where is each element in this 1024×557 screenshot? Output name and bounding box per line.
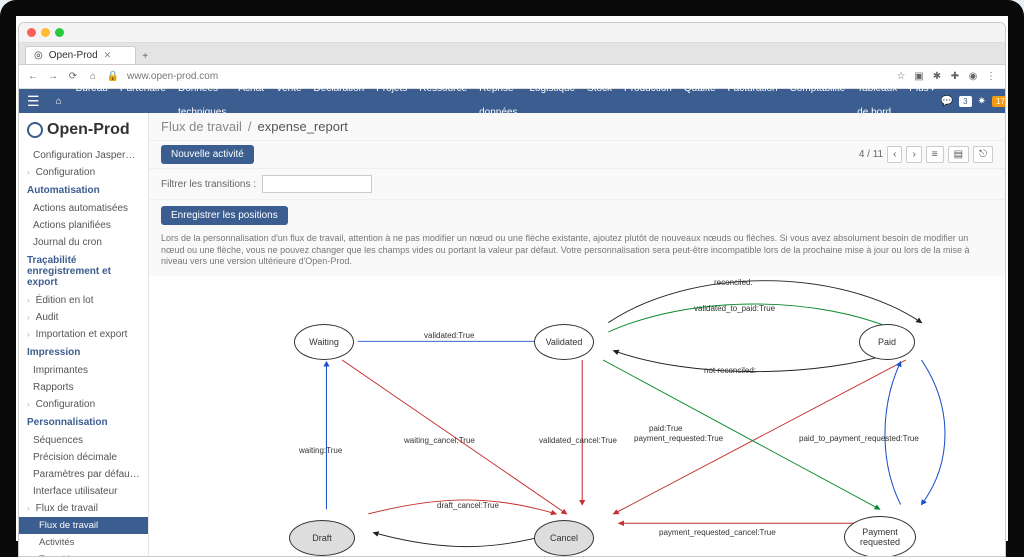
pager-text: 4 / 11 bbox=[859, 149, 883, 160]
app-menu-bar: ☰ ⌂ Bureau Partenaire Données techniques… bbox=[19, 89, 1005, 113]
sidebar-item-ui[interactable]: Interface utilisateur bbox=[19, 483, 148, 500]
edge-reconciled: reconciled: bbox=[714, 278, 753, 287]
sidebar-item-sequences[interactable]: Séquences bbox=[19, 432, 148, 449]
view-form-button[interactable]: ▤ bbox=[948, 146, 969, 163]
sidebar-item-jasper[interactable]: Configuration JasperSer... bbox=[19, 147, 148, 164]
minimize-window-icon[interactable] bbox=[41, 28, 50, 37]
tab-title: Open-Prod bbox=[49, 50, 98, 61]
edge-paid: paid:True bbox=[649, 424, 683, 433]
sidebar-header-perso: Personnalisation bbox=[19, 413, 148, 432]
gear-count: 17 bbox=[992, 96, 1006, 107]
hamburger-icon[interactable]: ☰ bbox=[19, 93, 48, 110]
sidebar-header-trace: Traçabilité enregistrement et export bbox=[19, 251, 148, 292]
sidebar-item-activites[interactable]: Activités bbox=[19, 534, 148, 551]
filter-label: Filtrer les transitions : bbox=[161, 179, 256, 190]
node-cancel[interactable]: Cancel bbox=[534, 520, 594, 556]
sidebar-header-automatisation: Automatisation bbox=[19, 181, 148, 200]
app-logo: Open-Prod bbox=[19, 117, 148, 147]
sidebar-item-flux-parent[interactable]: Flux de travail bbox=[19, 500, 148, 517]
sidebar-item-rapports[interactable]: Rapports bbox=[19, 379, 148, 396]
sidebar-item-params[interactable]: Paramètres par défaut d... bbox=[19, 466, 148, 483]
sidebar-item-transitions[interactable]: Transitions bbox=[19, 551, 148, 556]
new-tab-button[interactable]: + bbox=[136, 49, 154, 64]
puzzle-icon[interactable]: ✚ bbox=[949, 71, 961, 83]
tab-favicon: ◎ bbox=[34, 50, 43, 61]
close-tab-icon[interactable]: ✕ bbox=[104, 50, 112, 61]
edge-validated-true: validated:True bbox=[424, 331, 474, 340]
avatar-icon[interactable]: ◉ bbox=[967, 71, 979, 83]
view-graph-button[interactable]: ⎋ bbox=[973, 146, 993, 163]
edge-validated-cancel: validated_cancel:True bbox=[539, 436, 617, 445]
maximize-window-icon[interactable] bbox=[55, 28, 64, 37]
sidebar-header-impression: Impression bbox=[19, 343, 148, 362]
sidebar-item-actions-auto[interactable]: Actions automatisées bbox=[19, 200, 148, 217]
kebab-icon[interactable]: ⋮ bbox=[985, 71, 997, 83]
sidebar-item-actions-plan[interactable]: Actions planifiées bbox=[19, 217, 148, 234]
node-paid[interactable]: Paid bbox=[859, 324, 915, 360]
breadcrumb-current: expense_report bbox=[258, 119, 348, 134]
node-draft[interactable]: Draft bbox=[289, 520, 355, 556]
back-icon[interactable]: ← bbox=[27, 71, 39, 83]
sidebar-item-flux[interactable]: Flux de travail bbox=[19, 517, 148, 534]
sidebar-item-cron[interactable]: Journal du cron bbox=[19, 234, 148, 251]
breadcrumb-root[interactable]: Flux de travail bbox=[161, 119, 242, 134]
node-payment-requested[interactable]: Payment requested bbox=[844, 516, 916, 556]
edge-waiting-true: waiting:True bbox=[299, 446, 342, 455]
pager-next[interactable]: › bbox=[906, 146, 921, 163]
pager-prev[interactable]: ‹ bbox=[887, 146, 902, 163]
help-text: Lors de la personnalisation d'un flux de… bbox=[149, 231, 1005, 276]
browser-tab-strip: ◎ Open-Prod ✕ + bbox=[19, 43, 1005, 65]
edge-payment-req: payment_requested:True bbox=[634, 434, 723, 443]
breadcrumb-sep: / bbox=[248, 119, 252, 134]
sidebar: Open-Prod Configuration JasperSer... Con… bbox=[19, 113, 149, 556]
edge-draft-cancel: draft_cancel:True bbox=[437, 501, 499, 510]
sidebar-item-import[interactable]: Importation et export bbox=[19, 326, 148, 343]
sidebar-item-config2[interactable]: Configuration bbox=[19, 396, 148, 413]
forward-icon[interactable]: → bbox=[47, 71, 59, 83]
sidebar-item-imprimantes[interactable]: Imprimantes bbox=[19, 362, 148, 379]
edge-paid-payreq: paid_to_payment_requested:True bbox=[799, 434, 919, 443]
sidebar-item-audit[interactable]: Audit bbox=[19, 309, 148, 326]
edge-payreq-cancel: payment_requested_cancel:True bbox=[659, 528, 776, 537]
view-list-button[interactable]: ≡ bbox=[926, 146, 944, 163]
chat-count: 3 bbox=[959, 96, 971, 107]
edge-waiting-cancel: waiting_cancel:True bbox=[404, 436, 475, 445]
node-waiting[interactable]: Waiting bbox=[294, 324, 354, 360]
node-validated[interactable]: Validated bbox=[534, 324, 594, 360]
new-activity-button[interactable]: Nouvelle activité bbox=[161, 145, 254, 164]
filter-input[interactable] bbox=[262, 175, 372, 193]
edge-validated-to-paid: validated_to_paid:True bbox=[694, 304, 775, 313]
browser-tab[interactable]: ◎ Open-Prod ✕ bbox=[25, 46, 136, 64]
sidebar-item-precision[interactable]: Précision décimale bbox=[19, 449, 148, 466]
home-menu-icon[interactable]: ⌂ bbox=[48, 96, 70, 107]
workflow-canvas[interactable]: Waiting Validated Paid Draft Cancel Paym… bbox=[149, 276, 1005, 556]
breadcrumb: Flux de travail / expense_report bbox=[149, 113, 1005, 141]
edge-not-reconciled: not reconciled: bbox=[704, 366, 756, 375]
sidebar-item-config[interactable]: Configuration bbox=[19, 164, 148, 181]
window-controls bbox=[19, 23, 1005, 43]
sidebar-item-edition[interactable]: Édition en lot bbox=[19, 292, 148, 309]
save-positions-button[interactable]: Enregistrer les positions bbox=[161, 206, 288, 225]
chat-icon[interactable]: 💬 bbox=[941, 96, 953, 107]
close-window-icon[interactable] bbox=[27, 28, 36, 37]
gear-icon[interactable]: ✷ bbox=[978, 96, 986, 107]
